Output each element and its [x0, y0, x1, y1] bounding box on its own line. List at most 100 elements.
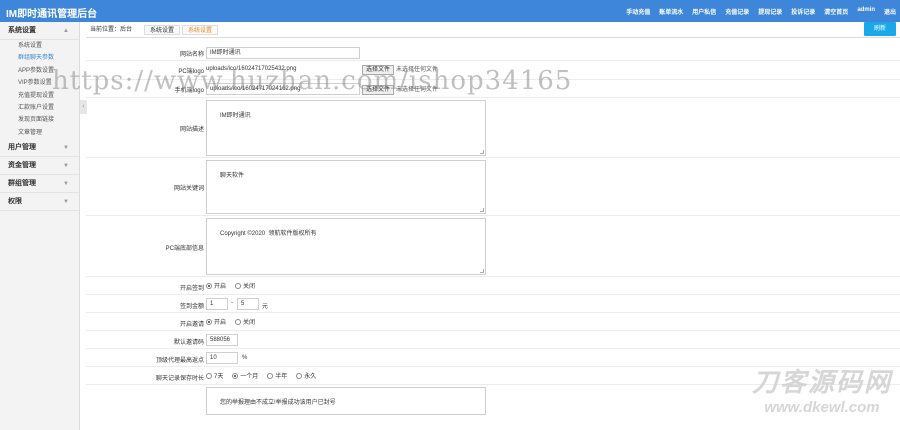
- row-invite-code: 默认邀请码 588056: [86, 331, 900, 349]
- sidebar-item-discover-links[interactable]: 发现页面链接: [0, 114, 79, 126]
- sidebar-item-group-chat-params[interactable]: 群组聊天参数: [0, 52, 79, 64]
- sidebar-item-system-settings[interactable]: 系统设置: [0, 40, 79, 52]
- chat-keep-1m-radio[interactable]: 一个月: [232, 371, 258, 380]
- mobile-logo-file-button[interactable]: 选择文件: [362, 85, 395, 95]
- row-description: 网站描述 IM即时通讯: [86, 98, 900, 158]
- chat-keep-forever-radio[interactable]: 永久: [296, 371, 316, 380]
- site-logo-watermark: 刀客源码网 www.dkewl.com: [752, 362, 892, 416]
- site-name-input[interactable]: IM即时通讯: [206, 47, 360, 59]
- label-mobile-logo: 手机端logo: [174, 88, 204, 94]
- sidebar-item-remit-accounts[interactable]: 汇款账户设置: [0, 102, 79, 114]
- logo-text-line1: 刀客源码网: [751, 367, 892, 397]
- resize-grip-icon[interactable]: [480, 208, 484, 212]
- radio-unchecked-icon: [234, 282, 241, 289]
- topnav-recharge-records[interactable]: 充值记录: [725, 7, 749, 16]
- chevron-down-icon: ▼: [63, 199, 69, 206]
- keywords-textarea[interactable]: 聊天软件: [206, 160, 486, 214]
- signin-on-radio[interactable]: 开启: [206, 281, 226, 290]
- row-mobile-logo: 手机端logo uploads/ico/16024717024162.png 选…: [86, 80, 900, 98]
- settings-form: 网站名称 IM即时通讯 PC端logo uploads/ico/16024717…: [86, 45, 900, 415]
- row-pc-logo: PC端logo uploads/ico/16024717025432.png 选…: [86, 61, 900, 80]
- chevron-down-icon: ▼: [63, 145, 69, 152]
- refresh-button[interactable]: 刷新: [864, 22, 896, 36]
- radio-unchecked-icon: [267, 372, 274, 379]
- redpacket-on-radio[interactable]: 开启: [206, 317, 226, 326]
- chevron-up-icon: ▲: [63, 28, 69, 34]
- row-site-name: 网站名称 IM即时通讯: [86, 45, 900, 61]
- topnav-bills[interactable]: 账单流水: [659, 7, 683, 16]
- agent-rebate-unit: %: [242, 355, 248, 361]
- signin-max-input[interactable]: 5: [237, 298, 259, 310]
- row-signin: 开启签到 开启 关闭: [86, 277, 900, 295]
- breadcrumb: 当前位置：后台: [90, 27, 133, 33]
- tabs: 系统设置 系统设置: [144, 25, 219, 35]
- redpacket-off-radio[interactable]: 关闭: [234, 317, 255, 326]
- radio-checked-icon: [206, 318, 212, 325]
- sidebar-item-app-params[interactable]: APP参数设置: [0, 65, 79, 77]
- pc-logo-file-button[interactable]: 选择文件: [362, 65, 395, 75]
- topnav-user[interactable]: admin: [857, 7, 875, 16]
- label-agent-rebate: 顶级代理最高返点: [155, 358, 204, 364]
- topnav-complaints[interactable]: 投诉记录: [791, 7, 815, 16]
- topnav-messages[interactable]: 用户私信: [692, 7, 716, 16]
- sidebar-item-vip-params[interactable]: VIP参数设置: [0, 77, 79, 89]
- topnav-clear-home[interactable]: 清空首页: [824, 7, 848, 16]
- sidebar-group-funds[interactable]: 资金管理 ▼: [0, 157, 79, 176]
- description-textarea[interactable]: IM即时通讯: [206, 100, 486, 156]
- resize-grip-icon[interactable]: [480, 150, 484, 154]
- signin-off-radio[interactable]: 关闭: [234, 281, 255, 290]
- sidebar-group-system[interactable]: 系统设置 ▲: [0, 22, 79, 40]
- tab-system-settings-active[interactable]: 系统设置: [182, 25, 219, 35]
- row-redpacket: 开启邀请 开启 关闭: [86, 313, 900, 331]
- label-invite-code: 默认邀请码: [173, 340, 204, 346]
- label-redpacket: 开启邀请: [179, 322, 204, 328]
- top-nav: 手动充值 账单流水 用户私信 充值记录 提现记录 投诉记录 清空首页 admin…: [626, 7, 896, 16]
- pc-logo-path: uploads/ico/16024717025432.png: [206, 66, 297, 72]
- row-signin-amount: 签到金额 1 - 5 元: [86, 295, 900, 313]
- radio-unchecked-icon: [206, 372, 212, 379]
- sidebar-group-permissions[interactable]: 权限 ▼: [0, 193, 79, 212]
- topnav-withdraw-records[interactable]: 提现记录: [758, 7, 782, 16]
- signin-amount-unit: 元: [262, 304, 269, 310]
- range-separator: -: [231, 300, 233, 306]
- mobile-logo-file-hint: 未选择任何文件: [395, 87, 438, 93]
- topnav-logout[interactable]: 退出: [884, 7, 896, 16]
- sidebar-item-articles[interactable]: 文章管理: [0, 127, 79, 139]
- chat-keep-6m-radio[interactable]: 半年: [267, 371, 287, 380]
- chevron-down-icon: ▼: [63, 163, 69, 170]
- notice-textarea[interactable]: 您的举报理由不成立!举报成功该用户已封号: [206, 387, 486, 415]
- logo-text-line2: www.dkewl.com: [764, 399, 880, 416]
- top-bar: IM即时通讯管理后台 手动充值 账单流水 用户私信 充值记录 提现记录 投诉记录…: [0, 0, 900, 22]
- sidebar-group-users[interactable]: 用户管理 ▼: [0, 139, 79, 158]
- chat-keep-7d-radio[interactable]: 7天: [206, 371, 223, 380]
- invite-code-input[interactable]: 588056: [206, 334, 238, 346]
- sidebar-group-groups[interactable]: 群组管理 ▼: [0, 175, 79, 194]
- signin-min-input[interactable]: 1: [206, 298, 228, 310]
- radio-checked-icon: [232, 372, 239, 379]
- label-signin-amount: 签到金额: [179, 304, 204, 310]
- label-pc-logo: PC端logo: [178, 69, 204, 75]
- label-description: 网站描述: [179, 127, 204, 133]
- pc-logo-file-hint: 未选择任何文件: [395, 67, 438, 73]
- tab-bar: 当前位置：后台 系统设置 系统设置 刷新: [86, 22, 900, 38]
- app-title: IM即时通讯管理后台: [6, 9, 98, 20]
- label-keywords: 网站关键词: [173, 186, 204, 192]
- label-signin: 开启签到: [179, 286, 204, 292]
- sidebar: 系统设置 ▲ 系统设置 群组聊天参数 APP参数设置 VIP参数设置 充值提现设…: [0, 22, 80, 430]
- tab-system-settings[interactable]: 系统设置: [144, 25, 181, 35]
- label-chat-keep: 聊天记录保存时长: [155, 376, 204, 382]
- row-copyright: PC端底部信息 Copyright ©2020 领航软件版权所有: [86, 216, 900, 277]
- radio-unchecked-icon: [296, 372, 303, 379]
- resize-grip-icon[interactable]: [480, 269, 484, 273]
- agent-rebate-input[interactable]: 10: [206, 352, 238, 364]
- sidebar-item-recharge-withdraw[interactable]: 充值提现设置: [0, 90, 79, 102]
- topnav-manual-recharge[interactable]: 手动充值: [626, 7, 650, 16]
- chevron-down-icon: ▼: [63, 181, 69, 188]
- row-keywords: 网站关键词 聊天软件: [86, 158, 900, 216]
- mobile-logo-path: uploads/ico/16024717024162.png: [206, 83, 360, 95]
- radio-unchecked-icon: [234, 318, 241, 325]
- label-site-name: 网站名称: [179, 52, 204, 58]
- label-copyright: PC端底部信息: [165, 246, 204, 252]
- copyright-textarea[interactable]: Copyright ©2020 领航软件版权所有: [206, 218, 486, 275]
- radio-checked-icon: [206, 282, 212, 289]
